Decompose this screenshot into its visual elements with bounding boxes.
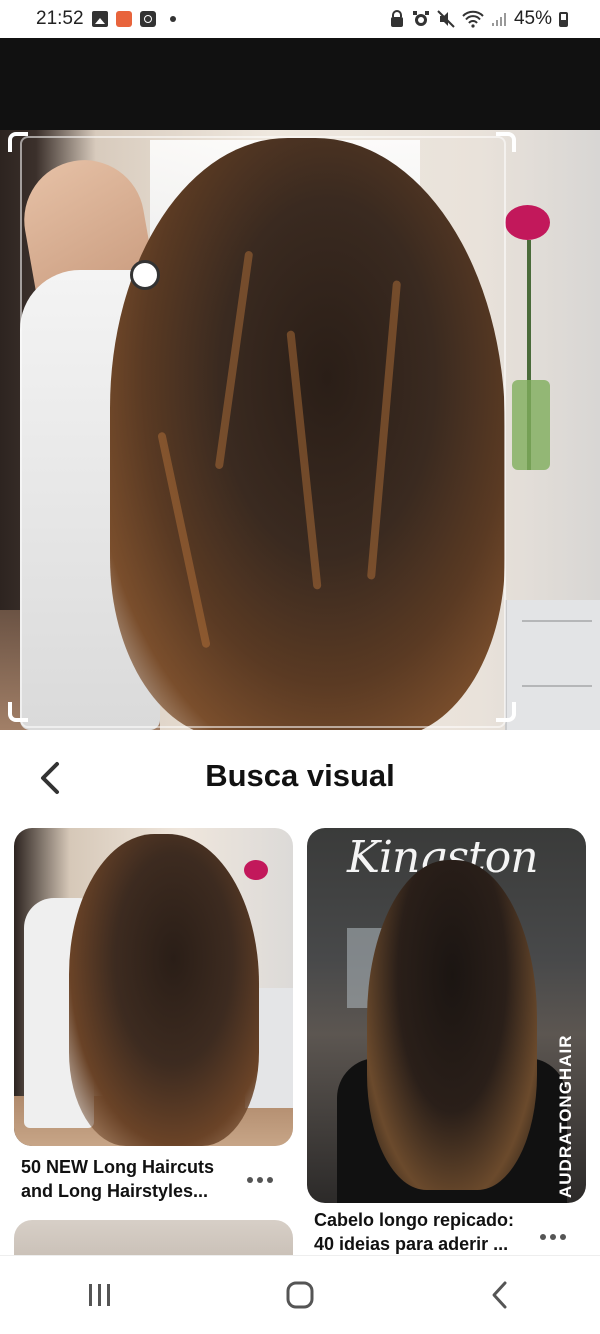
pin-image[interactable]: Kingston AUDRATONGHAIR (307, 828, 586, 1203)
orchid-flower (244, 860, 268, 880)
crop-handle-top-left[interactable] (8, 132, 28, 152)
visual-search-image[interactable] (0, 130, 600, 730)
crop-frame[interactable] (20, 136, 506, 728)
header-strip (0, 38, 600, 130)
home-icon (286, 1281, 314, 1309)
more-options-button[interactable] (536, 1225, 570, 1249)
status-bar: 21:52 45% (0, 0, 600, 38)
clock-icon (139, 11, 156, 27)
dot-icon (560, 1234, 566, 1240)
hair (69, 834, 259, 1146)
status-time: 21:52 (36, 8, 84, 29)
orchid-flower (505, 205, 550, 240)
crop-handle-top-right[interactable] (496, 132, 516, 152)
dot-icon (257, 1177, 263, 1183)
recent-apps-button[interactable] (70, 1270, 130, 1320)
more-options-button[interactable] (243, 1168, 277, 1192)
plant-pot (512, 380, 550, 470)
crop-handle-bottom-left[interactable] (8, 702, 28, 722)
pin-title[interactable]: 50 NEW Long Haircuts and Long Hairstyles… (21, 1155, 231, 1203)
battery-percent: 45% (513, 8, 552, 29)
app-notification-icon (115, 11, 132, 27)
alarm-icon (412, 11, 429, 26)
sheet-header: Busca visual (0, 730, 600, 826)
battery-icon (559, 11, 568, 27)
cabinet (505, 600, 600, 730)
back-icon (492, 1281, 507, 1309)
dot-icon (267, 1177, 273, 1183)
signal-icon (491, 13, 506, 26)
hair (367, 860, 537, 1190)
dot-icon (550, 1234, 556, 1240)
pin-image[interactable] (14, 828, 293, 1146)
dot-icon (247, 1177, 253, 1183)
image-icon (91, 11, 108, 27)
dot-icon (169, 16, 176, 22)
drawer (522, 620, 592, 622)
lock-icon (390, 10, 403, 27)
back-nav-button[interactable] (470, 1270, 530, 1320)
dot-icon (540, 1234, 546, 1240)
crop-handle-bottom-right[interactable] (496, 702, 516, 722)
page-title: Busca visual (205, 758, 395, 793)
pin-title[interactable]: Cabelo longo repicado: 40 ideias para ad… (314, 1208, 524, 1255)
navigation-bar (0, 1255, 600, 1334)
pin-image[interactable] (14, 1220, 293, 1255)
watermark: AUDRATONGHAIR (556, 1034, 575, 1198)
drawer (522, 685, 592, 687)
recent-apps-icon (89, 1284, 110, 1306)
results-sheet: Busca visual 50 NEW Long Haircuts and Lo… (0, 730, 600, 1255)
wifi-icon (462, 10, 484, 28)
mute-icon (437, 10, 455, 28)
home-button[interactable] (270, 1270, 330, 1320)
